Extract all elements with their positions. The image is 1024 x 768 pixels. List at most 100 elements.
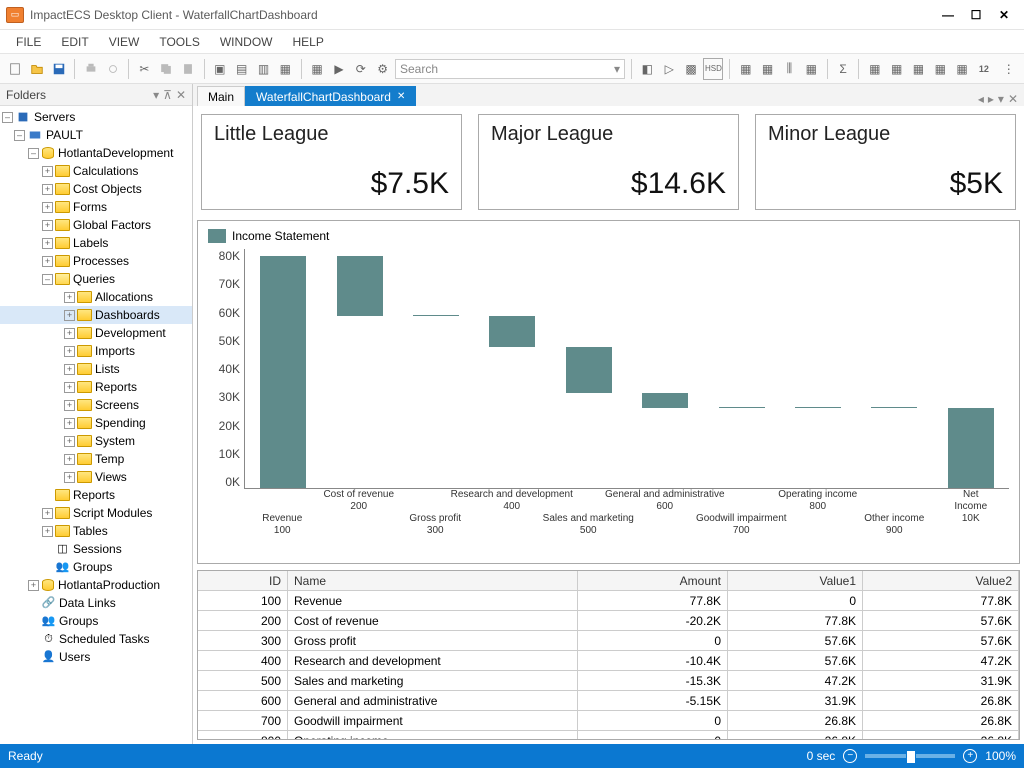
refresh-icon[interactable]: ⟳ xyxy=(351,58,370,80)
tool-12-icon[interactable]: 12 xyxy=(975,58,994,80)
zoom-slider[interactable] xyxy=(865,754,955,758)
col-value1[interactable]: Value1 xyxy=(728,571,863,591)
toolbar-overflow-icon[interactable]: ⋮ xyxy=(999,58,1018,80)
tree-item[interactable]: +Imports xyxy=(0,342,192,360)
waterfall-chart[interactable]: Income Statement 80K70K60K50K40K30K20K10… xyxy=(197,220,1020,564)
chevron-down-icon[interactable]: ▾ xyxy=(153,88,159,102)
grid4-icon[interactable]: ▦ xyxy=(865,58,884,80)
tree-db1[interactable]: –HotlantaDevelopment xyxy=(0,144,192,162)
tree-item[interactable]: 👥Groups xyxy=(0,612,192,630)
grid2-icon[interactable]: ▦ xyxy=(758,58,777,80)
tab-close-all-icon[interactable]: ✕ xyxy=(1008,92,1018,106)
paste-icon[interactable] xyxy=(179,58,198,80)
print-preview-icon[interactable] xyxy=(103,58,122,80)
pin-icon[interactable]: ⊼ xyxy=(163,88,172,102)
tab-close-icon[interactable]: ✕ xyxy=(397,91,405,102)
col-amount[interactable]: Amount xyxy=(578,571,728,591)
table-row[interactable]: 300Gross profit057.6K57.6K xyxy=(198,631,1019,651)
tree-item[interactable]: +Tables xyxy=(0,522,192,540)
tree-item[interactable]: +Development xyxy=(0,324,192,342)
new-doc-icon[interactable] xyxy=(6,58,25,80)
tree-db2[interactable]: +HotlantaProduction xyxy=(0,576,192,594)
tool5-icon[interactable]: ◧ xyxy=(638,58,657,80)
table-row[interactable]: 100Revenue77.8K077.8K xyxy=(198,591,1019,611)
calc-icon[interactable]: ▦ xyxy=(308,58,327,80)
minimize-button[interactable]: — xyxy=(934,8,962,22)
cut-icon[interactable]: ✂ xyxy=(135,58,154,80)
chart-bars-icon[interactable]: ⫼ xyxy=(780,58,799,80)
play-icon[interactable]: ▶ xyxy=(330,58,349,80)
col-id[interactable]: ID xyxy=(198,571,288,591)
tree-item[interactable]: +Labels xyxy=(0,234,192,252)
folder-tree[interactable]: –Servers –PAULT –HotlantaDevelopment +Ca… xyxy=(0,106,192,744)
tree-item[interactable]: +Calculations xyxy=(0,162,192,180)
grid5-icon[interactable]: ▦ xyxy=(887,58,906,80)
menu-view[interactable]: VIEW xyxy=(109,35,140,49)
tree-item[interactable]: Reports xyxy=(0,486,192,504)
tree-item[interactable]: +Spending xyxy=(0,414,192,432)
tree-item[interactable]: +Forms xyxy=(0,198,192,216)
table-row[interactable]: 400Research and development-10.4K57.6K47… xyxy=(198,651,1019,671)
table-row[interactable]: 200Cost of revenue-20.2K77.8K57.6K xyxy=(198,611,1019,631)
tree-item[interactable]: +Reports xyxy=(0,378,192,396)
tree-item[interactable]: +Cost Objects xyxy=(0,180,192,198)
tool2-icon[interactable]: ▤ xyxy=(232,58,251,80)
close-panel-icon[interactable]: ✕ xyxy=(176,88,186,102)
tree-item[interactable]: +Lists xyxy=(0,360,192,378)
tab-prev-icon[interactable]: ◂ xyxy=(978,92,984,106)
card-little-league[interactable]: Little League$7.5K xyxy=(201,114,462,210)
tree-root[interactable]: –Servers xyxy=(0,108,192,126)
grid6-icon[interactable]: ▦ xyxy=(909,58,928,80)
tool6-icon[interactable]: ▷ xyxy=(660,58,679,80)
tree-item[interactable]: ⏱Scheduled Tasks xyxy=(0,630,192,648)
copy-icon[interactable] xyxy=(157,58,176,80)
col-value2[interactable]: Value2 xyxy=(863,571,1019,591)
data-table[interactable]: ID Name Amount Value1 Value2 100Revenue7… xyxy=(197,570,1020,740)
tree-item[interactable]: ◫Sessions xyxy=(0,540,192,558)
zoom-out-button[interactable]: − xyxy=(843,749,857,763)
print-icon[interactable] xyxy=(81,58,100,80)
tree-queries[interactable]: –Queries xyxy=(0,270,192,288)
card-minor-league[interactable]: Minor League$5K xyxy=(755,114,1016,210)
grid8-icon[interactable]: ▦ xyxy=(953,58,972,80)
zoom-in-button[interactable]: + xyxy=(963,749,977,763)
tool-hsd-icon[interactable]: HSD xyxy=(703,58,723,80)
tool1-icon[interactable]: ▣ xyxy=(210,58,229,80)
table-row[interactable]: 500Sales and marketing-15.3K47.2K31.9K xyxy=(198,671,1019,691)
open-icon[interactable] xyxy=(28,58,47,80)
grid7-icon[interactable]: ▦ xyxy=(931,58,950,80)
grid1-icon[interactable]: ▦ xyxy=(736,58,755,80)
tree-item[interactable]: 👤Users xyxy=(0,648,192,666)
tree-item[interactable]: 👥Groups xyxy=(0,558,192,576)
tree-item[interactable]: +Allocations xyxy=(0,288,192,306)
tree-item[interactable]: +System xyxy=(0,432,192,450)
table-row[interactable]: 700Goodwill impairment026.8K26.8K xyxy=(198,711,1019,731)
tree-item[interactable]: +Dashboards xyxy=(0,306,192,324)
close-button[interactable]: ✕ xyxy=(990,8,1018,22)
table-row[interactable]: 800Operating income026.8K26.8K xyxy=(198,731,1019,739)
card-major-league[interactable]: Major League$14.6K xyxy=(478,114,739,210)
tab-next-icon[interactable]: ▸ xyxy=(988,92,994,106)
menu-tools[interactable]: TOOLS xyxy=(159,35,199,49)
gear-icon[interactable]: ⚙ xyxy=(373,58,392,80)
tab-menu-icon[interactable]: ▾ xyxy=(998,92,1004,106)
tab-waterfall[interactable]: WaterfallChartDashboard✕ xyxy=(245,86,416,106)
tree-server[interactable]: –PAULT xyxy=(0,126,192,144)
menu-window[interactable]: WINDOW xyxy=(220,35,273,49)
col-name[interactable]: Name xyxy=(288,571,578,591)
maximize-button[interactable]: ☐ xyxy=(962,8,990,22)
tree-item[interactable]: +Views xyxy=(0,468,192,486)
table-row[interactable]: 600General and administrative-5.15K31.9K… xyxy=(198,691,1019,711)
tree-item[interactable]: +Temp xyxy=(0,450,192,468)
menu-file[interactable]: FILE xyxy=(16,35,41,49)
tree-item[interactable]: +Global Factors xyxy=(0,216,192,234)
tool4-icon[interactable]: ▦ xyxy=(276,58,295,80)
menu-edit[interactable]: EDIT xyxy=(61,35,88,49)
save-icon[interactable] xyxy=(50,58,69,80)
tab-main[interactable]: Main xyxy=(197,86,245,106)
tree-item[interactable]: +Screens xyxy=(0,396,192,414)
tool7-icon[interactable]: ▩ xyxy=(682,58,701,80)
grid3-icon[interactable]: ▦ xyxy=(802,58,821,80)
tree-item[interactable]: +Processes xyxy=(0,252,192,270)
tree-item[interactable]: 🔗Data Links xyxy=(0,594,192,612)
